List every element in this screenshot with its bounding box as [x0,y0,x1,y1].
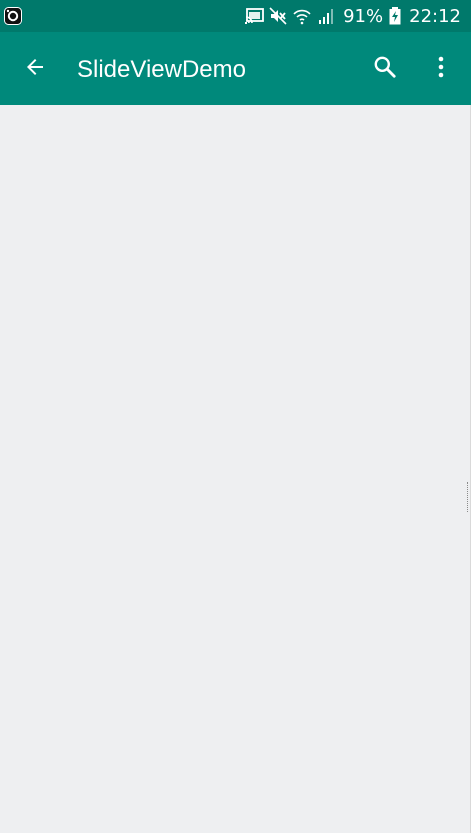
camera-app-icon [4,7,22,25]
status-bar: 91% 22:12 [0,0,471,32]
page-title: SlideViewDemo [77,56,246,83]
back-button[interactable] [16,50,54,88]
status-clock: 22:12 [409,5,461,27]
overflow-menu-button[interactable] [425,49,457,89]
search-button[interactable] [365,49,405,89]
battery-percent: 91% [343,5,384,27]
status-icons: 91% 22:12 [245,0,461,32]
mute-icon [269,7,287,25]
wifi-icon [293,7,311,25]
battery-charging-icon [389,7,401,25]
search-icon [372,54,398,85]
cast-icon [245,7,265,25]
signal-icon [317,7,335,25]
more-vert-icon [437,55,445,84]
app-bar: SlideViewDemo [0,32,471,105]
content-area[interactable] [0,105,470,833]
slide-edge-handle[interactable] [467,482,470,512]
arrow-back-icon [23,55,47,84]
screen: 91% 22:12 SlideViewDemo [0,0,471,833]
